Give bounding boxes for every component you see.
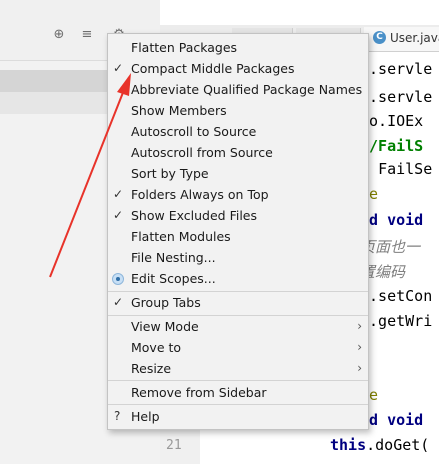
code-line: s FailSe [360, 160, 432, 178]
menu-item-label: Group Tabs [131, 295, 201, 310]
menu-item-label: Flatten Modules [131, 229, 231, 244]
checkmark-icon: ✓ [113, 61, 124, 75]
menu-item-edit-scopes[interactable]: Edit Scopes... [108, 268, 368, 289]
menu-item-compact-middle-packages[interactable]: ✓ Compact Middle Packages [108, 58, 368, 79]
submenu-arrow-icon: › [357, 340, 362, 354]
submenu-arrow-icon: › [357, 361, 362, 375]
code-line: p.setCon [360, 287, 433, 305]
code-keyword: void [387, 411, 424, 429]
code-line: io.IOEx [360, 112, 424, 130]
code-line: x.servle [360, 88, 433, 106]
menu-item-label: View Mode [131, 319, 199, 334]
menu-item-remove-from-sidebar[interactable]: Remove from Sidebar [108, 382, 368, 403]
menu-item-label: Move to [131, 340, 182, 355]
code-line: x.servle [360, 60, 433, 78]
menu-item-autoscroll-to-source[interactable]: Autoscroll to Source [108, 121, 368, 142]
menu-item-sort-by-type[interactable]: Sort by Type [108, 163, 368, 184]
menu-item-flatten-packages[interactable]: Flatten Packages [108, 37, 368, 58]
menu-item-show-excluded-files[interactable]: ✓ Show Excluded Files [108, 205, 368, 226]
menu-item-label: Edit Scopes... [131, 271, 216, 286]
menu-item-file-nesting[interactable]: File Nesting... [108, 247, 368, 268]
menu-item-label: Help [131, 409, 160, 424]
menu-item-label: Folders Always on Top [131, 187, 269, 202]
menu-item-label: Compact Middle Packages [131, 61, 295, 76]
menu-item-group-tabs[interactable]: ✓ Group Tabs [108, 292, 368, 313]
menu-item-label: Autoscroll from Source [131, 145, 273, 160]
menu-item-view-mode[interactable]: View Mode › [108, 316, 368, 337]
menu-item-label: Abbreviate Qualified Package Names [131, 82, 363, 97]
menu-item-flatten-modules[interactable]: Flatten Modules [108, 226, 368, 247]
menu-separator [108, 404, 368, 405]
menu-item-show-members[interactable]: Show Members [108, 100, 368, 121]
menu-item-label: Remove from Sidebar [131, 385, 267, 400]
checkmark-icon: ✓ [113, 208, 124, 222]
menu-item-label: Sort by Type [131, 166, 209, 181]
code-line: this.doGet( [330, 436, 429, 454]
menu-item-label: File Nesting... [131, 250, 216, 265]
java-class-icon: C [373, 31, 386, 44]
checkmark-icon: ✓ [113, 295, 124, 309]
menu-item-label: Resize [131, 361, 172, 376]
scope-radio-icon [112, 273, 124, 285]
code-line: p.getWri [360, 312, 433, 330]
code-line: "/FailS [360, 137, 424, 155]
line-number: 21 [166, 438, 182, 453]
menu-item-move-to[interactable]: Move to › [108, 337, 368, 358]
menu-item-resize[interactable]: Resize › [108, 358, 368, 379]
code-comment: 页面也一 [360, 238, 421, 256]
locate-target-icon[interactable]: ⊕ [52, 28, 66, 42]
menu-item-label: Show Members [131, 103, 227, 118]
collapse-all-icon[interactable]: ≡ [80, 28, 94, 42]
sidebar-options-menu: Flatten Packages ✓ Compact Middle Packag… [107, 33, 369, 430]
code-keyword: this [330, 436, 367, 454]
menu-item-abbreviate-qualified-package-names[interactable]: Abbreviate Qualified Package Names [108, 79, 368, 100]
submenu-arrow-icon: › [357, 319, 362, 333]
menu-separator [108, 380, 368, 381]
menu-item-label: Autoscroll to Source [131, 124, 257, 139]
menu-item-autoscroll-from-source[interactable]: Autoscroll from Source [108, 142, 368, 163]
code-line: ed void [360, 411, 423, 429]
menu-item-help[interactable]: ? Help [108, 406, 368, 427]
code-text: .doGet( [366, 436, 430, 454]
menu-item-label: Show Excluded Files [131, 208, 258, 223]
tab-label: User.java [390, 31, 439, 45]
menu-item-folders-always-on-top[interactable]: ✓ Folders Always on Top [108, 184, 368, 205]
code-keyword: void [387, 211, 424, 229]
menu-item-label: Flatten Packages [131, 40, 238, 55]
code-line: ed void [360, 211, 423, 229]
code-text: FailSe [378, 160, 433, 178]
help-icon: ? [114, 409, 121, 423]
checkmark-icon: ✓ [113, 187, 124, 201]
